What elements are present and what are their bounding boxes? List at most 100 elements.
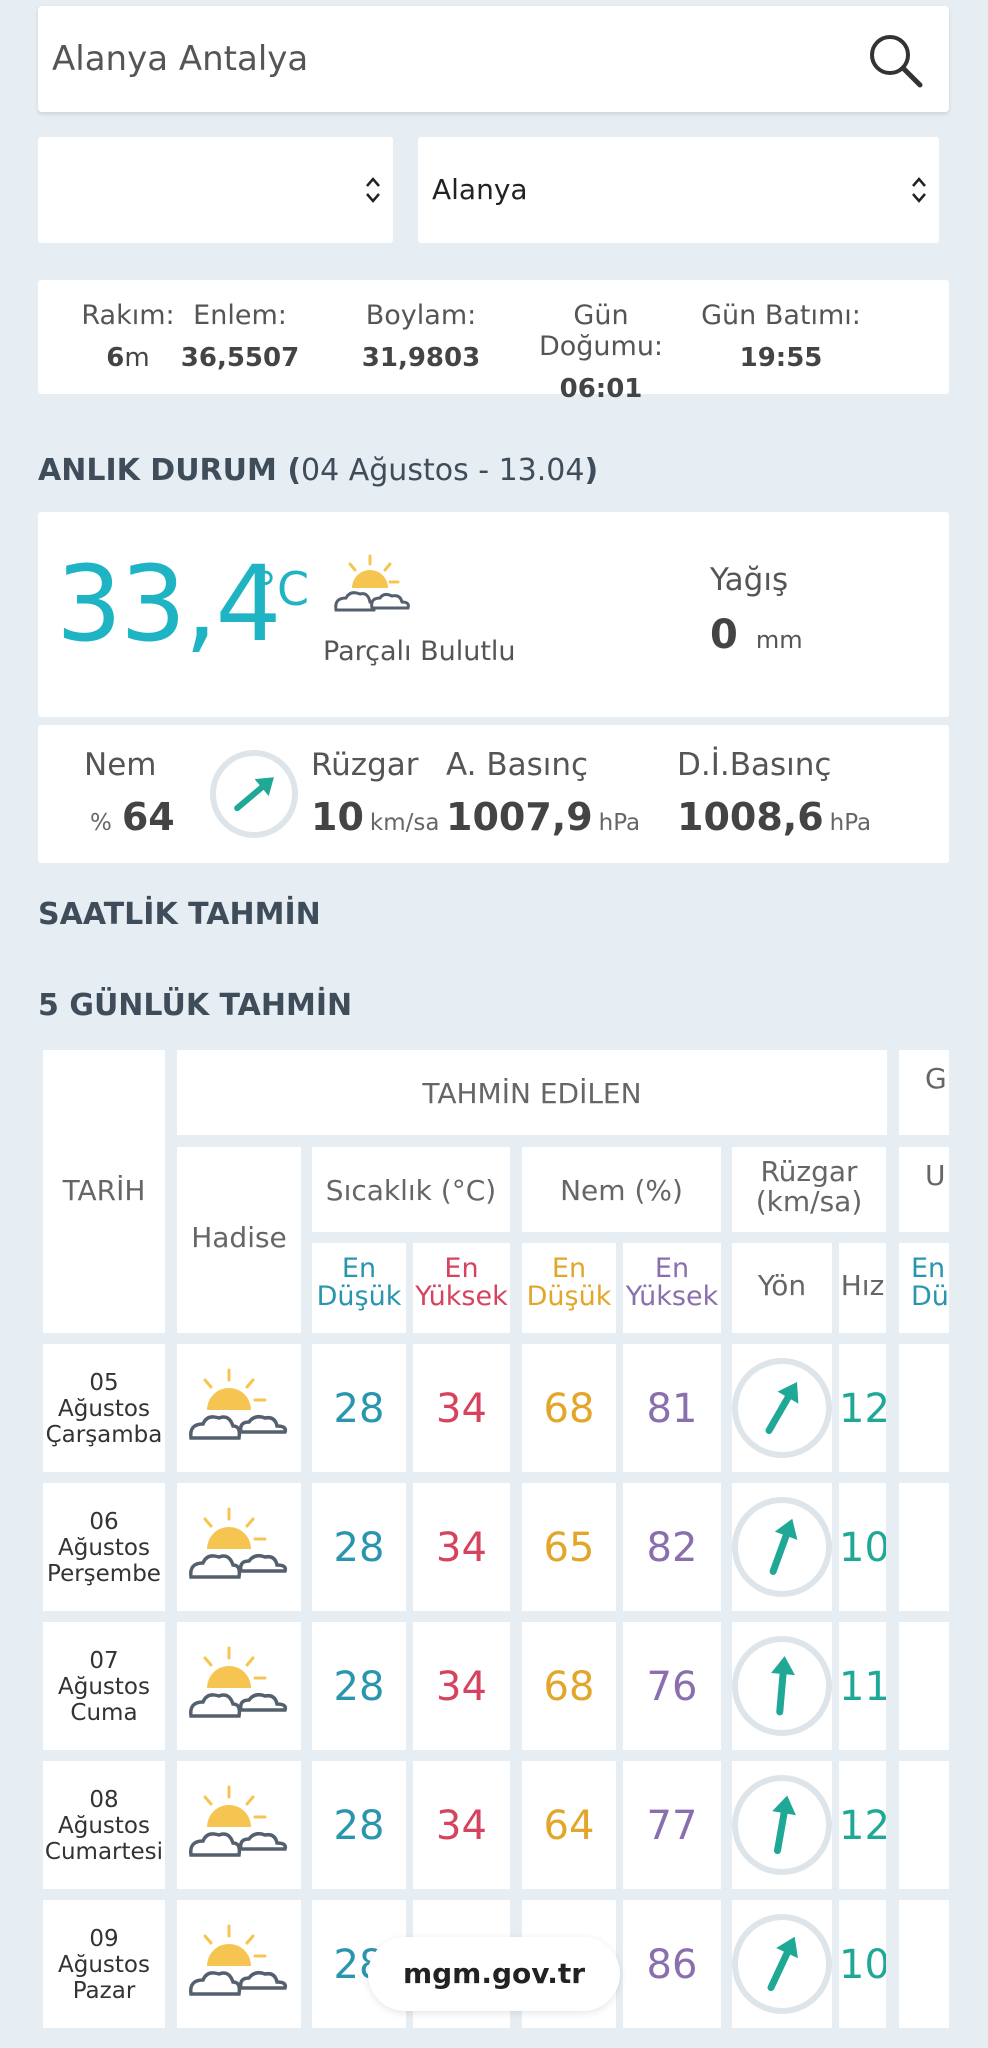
wind-speed-cell: 12	[839, 1761, 886, 1889]
wind-speed-cell: 11	[839, 1622, 886, 1750]
humidity-value: % 64	[90, 795, 175, 839]
humidity-max-cell: 82	[623, 1483, 721, 1611]
temp-max-cell: 34	[413, 1344, 510, 1472]
humidity-max-cell: 81	[623, 1344, 721, 1472]
precipitation-value: 0 mm	[710, 612, 803, 658]
next-col-cell	[899, 1761, 949, 1889]
partly-cloudy-icon	[189, 1785, 288, 1857]
wind-direction-cell	[732, 1344, 832, 1472]
next-col-cell	[899, 1622, 949, 1750]
wind-direction-dial	[210, 750, 298, 838]
wind-direction-dial	[732, 1775, 832, 1875]
current-title: ANLIK DURUM (04 Ağustos - 13.04)	[38, 453, 599, 488]
date-cell: 06 Ağustos Perşembe	[43, 1483, 165, 1611]
header-humidity: Nem (%)	[522, 1147, 721, 1232]
source-url-pill[interactable]: mgm.gov.tr	[368, 1937, 620, 2011]
wind-value: 10 km/sa	[311, 795, 440, 839]
wind-speed-cell: 12	[839, 1344, 886, 1472]
info-sunrise: Gün Doğumu: 06:01	[538, 300, 664, 404]
date-cell: 07 Ağustos Cuma	[43, 1622, 165, 1750]
chevron-updown-icon	[912, 177, 926, 203]
district-select[interactable]: Alanya	[418, 137, 939, 243]
humidity-label: Nem	[84, 747, 157, 783]
current-temperature: 33,4	[56, 543, 282, 665]
wind-direction-dial	[732, 1497, 832, 1597]
wind-arrow-icon	[234, 777, 274, 812]
weather-icon-cell	[177, 1622, 301, 1750]
next-col-cell	[899, 1483, 949, 1611]
humidity-max-cell: 77	[623, 1761, 721, 1889]
wind-arrow-icon	[765, 1382, 799, 1435]
subheader-next: EnDüş	[899, 1243, 949, 1333]
search-icon[interactable]	[865, 30, 925, 90]
forecast-table: TARİH TAHMİN EDİLEN G Hadise Sıcaklık (°…	[38, 1045, 949, 2035]
location-info-bar: Rakım: 6m Enlem: 36,5507 Boylam: 31,9803…	[38, 280, 949, 404]
header-event: Hadise	[177, 1147, 301, 1333]
temp-min-cell: 28	[312, 1622, 406, 1750]
info-sunset: Gün Batımı: 19:55	[701, 300, 861, 373]
partly-cloudy-icon	[189, 1646, 288, 1718]
info-latitude: Enlem: 36,5507	[180, 300, 300, 373]
next-col-cell	[899, 1900, 949, 2028]
current-metrics-card: Nem % 64 Rüzgar 10 km/sa A. Basınç 1007,9 h…	[38, 725, 949, 863]
wind-label: Rüzgar	[311, 747, 419, 783]
date-cell: 09 Ağustos Pazar	[43, 1900, 165, 2028]
date-cell: 05 Ağustos Çarşamba	[43, 1344, 165, 1472]
partly-cloudy-icon	[334, 554, 410, 612]
humidity-min-cell: 68	[522, 1344, 616, 1472]
humidity-min-cell: 68	[522, 1622, 616, 1750]
date-cell: 08 Ağustos Cumartesi	[43, 1761, 165, 1889]
wind-direction-cell	[732, 1761, 832, 1889]
header-next-group: G	[899, 1050, 949, 1135]
weather-icon-cell	[177, 1483, 301, 1611]
wind-speed-cell: 10	[839, 1483, 886, 1611]
temp-min-cell: 28	[312, 1761, 406, 1889]
location-search[interactable]	[38, 6, 949, 112]
next-col-cell	[899, 1344, 949, 1472]
wind-arrow-icon	[772, 1795, 796, 1855]
partly-cloudy-icon	[189, 1368, 288, 1440]
subheader-temp-max: En Yüksek	[413, 1243, 510, 1333]
weather-icon-cell	[177, 1344, 301, 1472]
info-longitude: Boylam: 31,9803	[361, 300, 481, 373]
temp-max-cell: 34	[413, 1483, 510, 1611]
header-temperature: Sıcaklık (°C)	[312, 1147, 510, 1232]
temp-max-cell: 34	[413, 1622, 510, 1750]
temp-max-cell: 34	[413, 1761, 510, 1889]
humidity-min-cell: 64	[522, 1761, 616, 1889]
subheader-wind-speed: Hız	[839, 1243, 886, 1333]
five-day-forecast-title: 5 GÜNLÜK TAHMİN	[38, 988, 353, 1023]
subheader-hum-max: En Yüksek	[623, 1243, 721, 1333]
wind-direction-dial	[732, 1358, 832, 1458]
chevron-updown-icon	[366, 177, 380, 203]
wind-direction-dial	[732, 1914, 832, 2014]
hourly-forecast-title[interactable]: SAATLİK TAHMİN	[38, 897, 321, 932]
humidity-max-cell: 76	[623, 1622, 721, 1750]
humidity-min-cell: 65	[522, 1483, 616, 1611]
current-conditions-card: 33,4 °C Parçalı Bulutlu Yağış 0 mm	[38, 512, 949, 717]
header-date: TARİH	[43, 1050, 165, 1333]
wind-arrow-icon	[771, 1656, 796, 1716]
province-select[interactable]	[38, 137, 393, 243]
temperature-unit: °C	[254, 562, 310, 616]
condition-text: Parçalı Bulutlu	[323, 636, 516, 667]
subheader-hum-min: En Düşük	[522, 1243, 616, 1333]
wind-arrow-icon	[767, 1936, 798, 1992]
weather-icon-cell	[177, 1900, 301, 2028]
search-input[interactable]	[52, 6, 872, 112]
partly-cloudy-icon	[189, 1924, 288, 1996]
subheader-temp-min: En Düşük	[312, 1243, 406, 1333]
header-next-col: U	[899, 1147, 949, 1232]
district-select-value: Alanya	[432, 173, 528, 206]
header-forecast-group: TAHMİN EDİLEN	[177, 1050, 887, 1135]
humidity-max-cell: 86	[623, 1900, 721, 2028]
wind-arrow-icon	[769, 1518, 798, 1575]
pressure-label: A. Basınç	[446, 747, 589, 783]
sea-pressure-value: 1008,6 hPa	[677, 795, 872, 839]
temp-min-cell: 28	[312, 1483, 406, 1611]
header-wind: Rüzgar (km/sa)	[732, 1147, 886, 1232]
precipitation-label: Yağış	[710, 562, 789, 598]
wind-direction-cell	[732, 1622, 832, 1750]
weather-icon-cell	[177, 1761, 301, 1889]
temp-min-cell: 28	[312, 1344, 406, 1472]
